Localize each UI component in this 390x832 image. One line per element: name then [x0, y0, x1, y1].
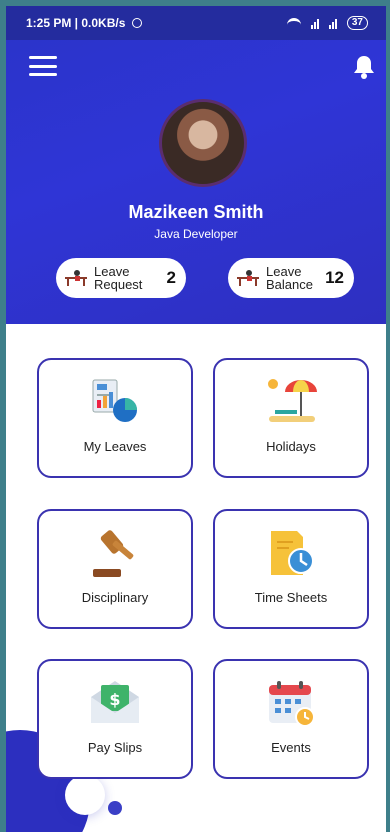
user-role: Java Developer — [154, 227, 238, 241]
decorative-blob — [65, 775, 105, 815]
user-name: Mazikeen Smith — [128, 202, 264, 222]
battery-icon: 37 — [346, 16, 368, 30]
svg-text:$: $ — [109, 690, 120, 709]
my-leaves-label: My Leaves — [83, 439, 147, 454]
holidays-card[interactable]: Holidays — [213, 358, 369, 478]
leave-balance-pill[interactable]: Leave Balance 12 — [228, 258, 354, 298]
leave-balance-label: Balance — [266, 277, 313, 292]
my-leaves-card[interactable]: My Leaves — [37, 358, 193, 478]
alarm-icon — [132, 18, 143, 28]
pay-slips-label: Pay Slips — [87, 740, 143, 755]
gavel-icon — [93, 530, 134, 577]
events-card[interactable]: Events — [213, 659, 369, 779]
events-label: Events — [271, 740, 311, 755]
report-chart-icon — [92, 379, 137, 422]
signal-icon — [328, 18, 337, 29]
time-sheets-label: Time Sheets — [254, 590, 328, 605]
leave-balance-count: 12 — [325, 268, 344, 287]
status-time: 1:25 PM | 0.0KB/s — [26, 16, 126, 30]
money-envelope-icon: $ — [91, 681, 139, 723]
pay-slips-card[interactable]: $ Pay Slips — [37, 659, 193, 779]
app-screen: 1:25 PM | 0.0KB/s 37 Mazikeen Smith Java… — [0, 0, 390, 832]
leave-request-pill[interactable]: Leave Request 2 — [56, 258, 186, 298]
device-edge — [0, 0, 390, 6]
disciplinary-label: Disciplinary — [81, 590, 149, 605]
holidays-label: Holidays — [266, 439, 316, 454]
disciplinary-card[interactable]: Disciplinary — [37, 509, 193, 629]
bell-icon[interactable] — [352, 54, 376, 80]
wifi-icon — [286, 18, 301, 28]
desk-worker-icon — [237, 270, 259, 286]
decorative-blob — [108, 801, 122, 815]
device-edge — [386, 0, 390, 832]
leave-request-label: Request — [94, 277, 143, 292]
desk-worker-icon — [65, 270, 87, 286]
calendar-icon — [269, 681, 315, 727]
device-edge — [0, 0, 6, 832]
signal-icon — [310, 18, 319, 29]
time-sheets-card[interactable]: Time Sheets — [213, 509, 369, 629]
beach-umbrella-icon — [268, 379, 317, 422]
status-bar: 1:25 PM | 0.0KB/s 37 — [6, 6, 386, 40]
leave-request-count: 2 — [166, 268, 176, 287]
avatar[interactable] — [159, 99, 247, 187]
hamburger-menu-icon[interactable] — [29, 56, 57, 76]
profile-header: 1:25 PM | 0.0KB/s 37 Mazikeen Smith Java… — [6, 6, 386, 324]
timesheet-clock-icon — [271, 531, 314, 575]
